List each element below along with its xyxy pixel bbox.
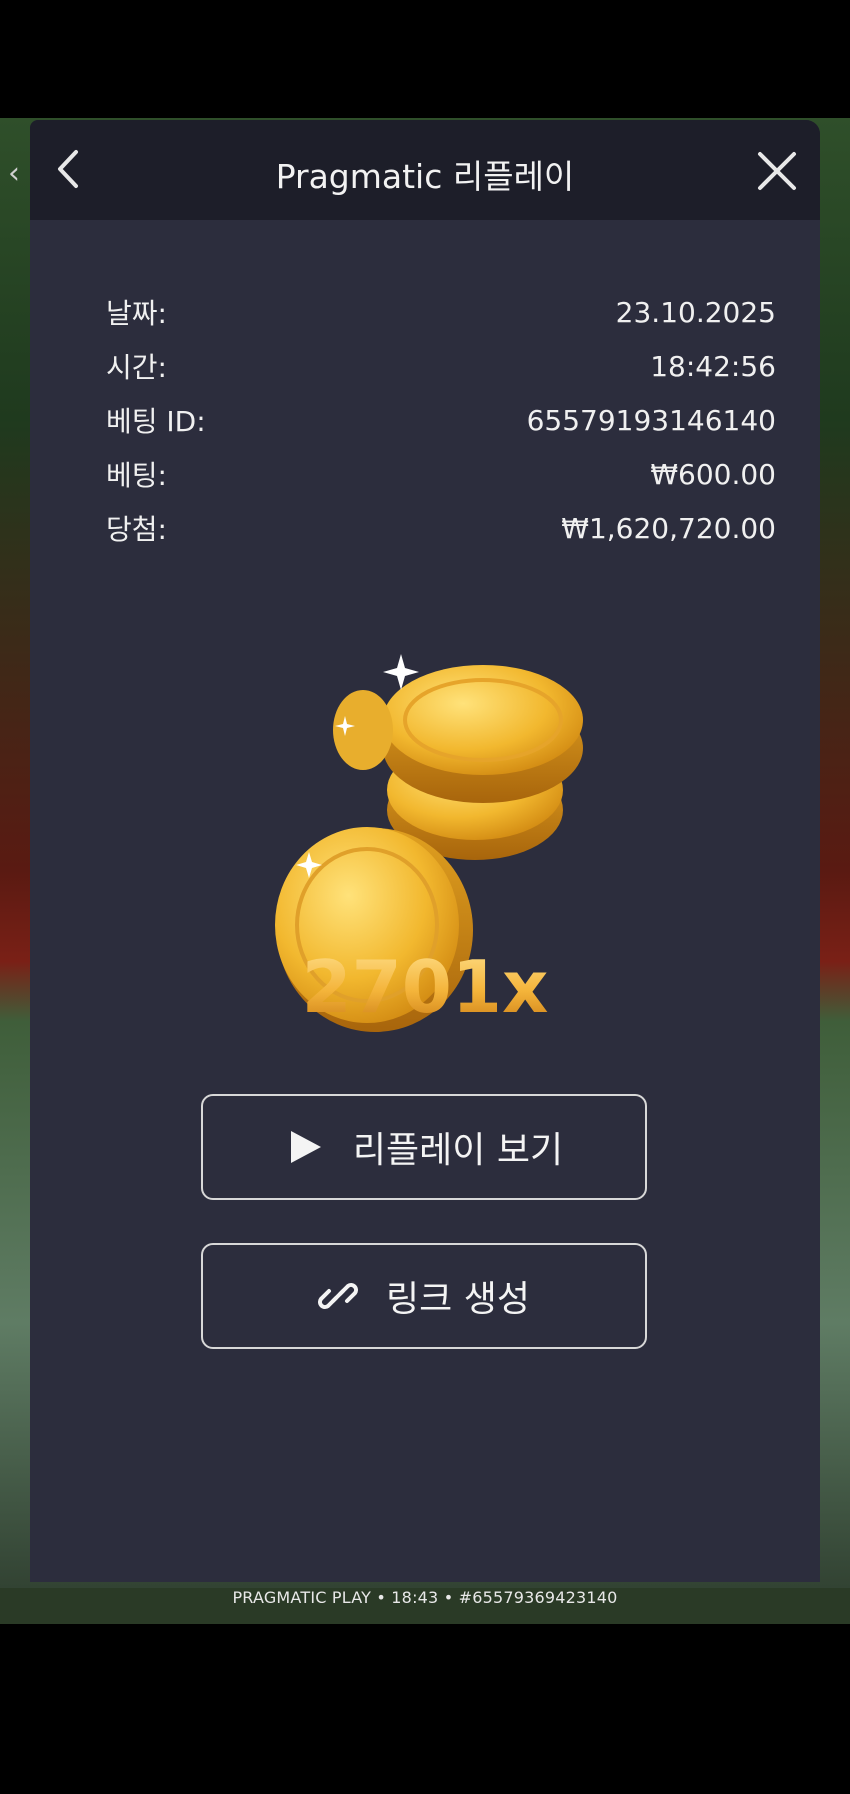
detail-label: 날짜: [106, 297, 167, 330]
detail-value: ₩600.00 [650, 457, 776, 491]
modal-title: Pragmatic 리플레이 [275, 157, 575, 196]
create-link-button[interactable]: 링크 생성 [201, 1243, 647, 1349]
view-replay-button[interactable]: 리플레이 보기 [201, 1094, 647, 1200]
close-button[interactable] [754, 148, 800, 194]
link-icon [318, 1276, 359, 1316]
play-icon [285, 1127, 325, 1167]
footer-text: PRAGMATIC PLAY • 18:43 • #65579369423140 [232, 1588, 618, 1607]
close-icon [758, 152, 796, 190]
modal-header: Pragmatic 리플레이 [30, 120, 820, 220]
replay-modal: Pragmatic 리플레이 날짜: 23.10.2025 시간: 18:42:… [30, 120, 820, 1582]
detail-label: 베팅 ID: [106, 405, 206, 438]
bet-details: 날짜: 23.10.2025 시간: 18:42:56 베팅 ID: 65579… [106, 285, 776, 555]
detail-label: 시간: [106, 351, 167, 384]
detail-row-time: 시간: 18:42:56 [106, 339, 776, 393]
view-replay-label: 리플레이 보기 [352, 1130, 564, 1171]
detail-value: 65579193146140 [526, 403, 776, 437]
detail-row-bet-id: 베팅 ID: 65579193146140 [106, 393, 776, 447]
detail-row-date: 날짜: 23.10.2025 [106, 285, 776, 339]
detail-label: 당첨: [106, 513, 167, 546]
detail-value: 18:42:56 [650, 349, 776, 383]
detail-value: ₩1,620,720.00 [561, 511, 776, 545]
detail-row-win: 당첨: ₩1,620,720.00 [106, 501, 776, 555]
background-back-icon: ‹ [8, 156, 20, 191]
win-multiplier: 2701x [30, 945, 820, 1029]
detail-label: 베팅: [106, 459, 167, 492]
detail-row-bet: 베팅: ₩600.00 [106, 447, 776, 501]
detail-value: 23.10.2025 [615, 295, 776, 329]
create-link-label: 링크 생성 [386, 1279, 530, 1320]
